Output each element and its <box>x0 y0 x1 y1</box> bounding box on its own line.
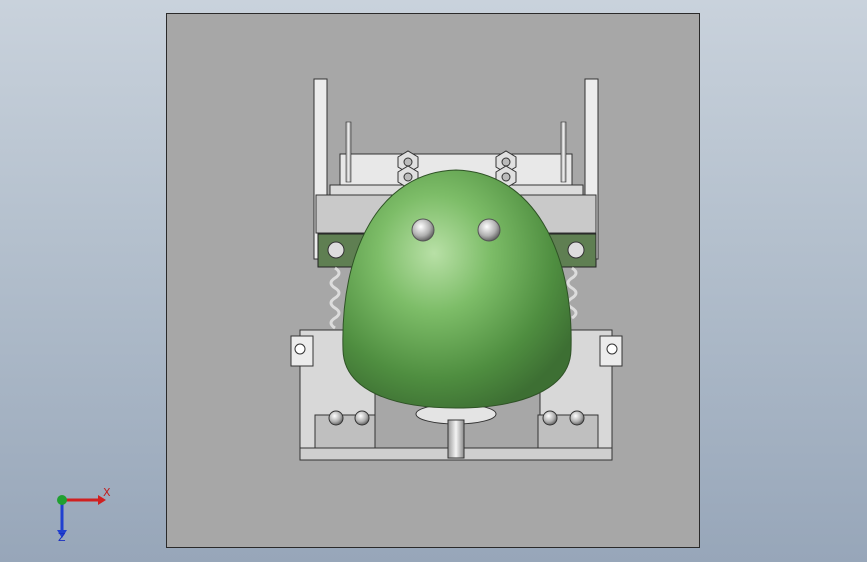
right-clamps <box>537 410 599 451</box>
bracket-nut-right <box>567 241 585 259</box>
right-rod <box>560 121 567 183</box>
z-axis-label: Z <box>58 531 66 544</box>
left-clamps <box>314 410 376 451</box>
graphics-viewport[interactable]: X Y Z <box>0 0 867 562</box>
assembly-model[interactable] <box>0 0 867 562</box>
left-rod <box>345 121 352 183</box>
left-shell-bolt <box>411 218 435 242</box>
center-shaft <box>447 419 465 459</box>
x-axis-label: X <box>103 486 111 499</box>
bracket-nut-left <box>327 241 345 259</box>
right-shell-bolt <box>477 218 501 242</box>
